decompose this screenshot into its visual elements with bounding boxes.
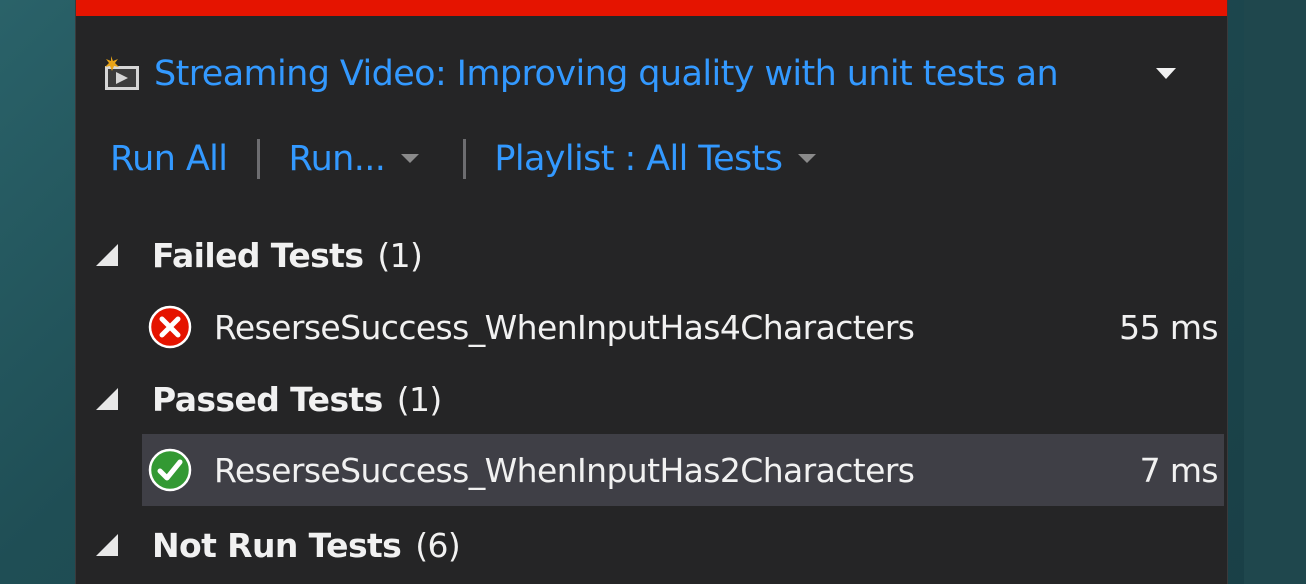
group-passed-tests[interactable]: Passed Tests (1)	[94, 369, 1204, 429]
project-title[interactable]: Streaming Video: Improving quality with …	[154, 48, 1149, 100]
group-name: Not Run Tests	[152, 525, 402, 565]
group-count: (1)	[396, 379, 443, 419]
group-name: Failed Tests	[152, 235, 364, 275]
background-strip	[1244, 0, 1306, 584]
run-all-link[interactable]: Run All	[110, 132, 228, 186]
chevron-down-icon	[1156, 68, 1176, 79]
test-duration: 7 ms	[1139, 450, 1219, 490]
group-name: Passed Tests	[152, 379, 383, 419]
failed-x-icon	[148, 305, 192, 349]
chevron-down-icon	[401, 154, 420, 163]
project-header[interactable]: Streaming Video: Improving quality with …	[102, 48, 1192, 100]
group-not-run-tests[interactable]: Not Run Tests (6)	[94, 515, 1204, 575]
run-link[interactable]: Run...	[288, 132, 385, 186]
run-progress-bar	[76, 0, 1227, 16]
test-toolbar: Run All Run... Playlist : All Tests	[110, 132, 818, 186]
chevron-down-icon	[798, 154, 817, 163]
test-name: ReserseSuccess_WhenInputHas4Characters	[214, 307, 915, 347]
test-row-failed[interactable]: ReserseSuccess_WhenInputHas4Characters 5…	[142, 291, 1224, 363]
toolbar-separator	[257, 139, 261, 179]
project-dropdown-button[interactable]	[1155, 59, 1177, 89]
expander-triangle-icon[interactable]	[94, 386, 120, 412]
expander-triangle-icon[interactable]	[94, 532, 120, 558]
playlist-link[interactable]: Playlist : All Tests	[494, 132, 783, 186]
project-icon	[105, 56, 139, 90]
group-count: (6)	[415, 525, 461, 565]
expander-triangle-icon[interactable]	[94, 242, 120, 268]
playlist-dropdown-button[interactable]	[796, 144, 818, 174]
run-dropdown-button[interactable]	[399, 144, 421, 174]
toolbar-separator	[463, 139, 467, 179]
passed-check-icon	[148, 448, 192, 492]
test-name: ReserseSuccess_WhenInputHas2Characters	[214, 450, 915, 490]
test-row-passed[interactable]: ReserseSuccess_WhenInputHas2Characters 7…	[142, 434, 1224, 506]
test-duration: 55 ms	[1119, 307, 1218, 347]
group-count: (1)	[377, 235, 423, 275]
group-failed-tests[interactable]: Failed Tests (1)	[94, 225, 1204, 285]
test-explorer-panel: Streaming Video: Improving quality with …	[75, 0, 1228, 584]
